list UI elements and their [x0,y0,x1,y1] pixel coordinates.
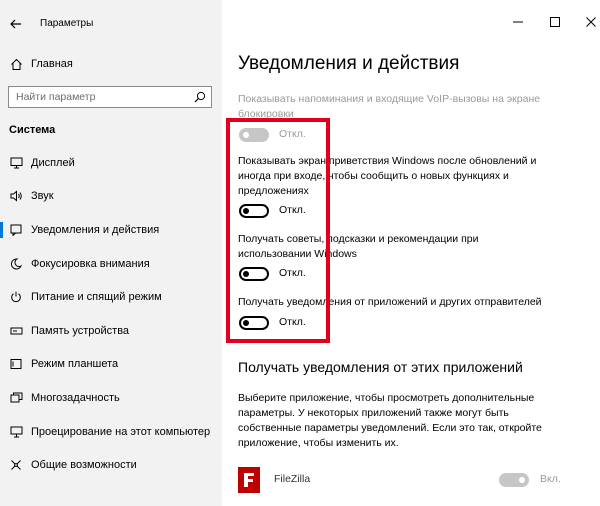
sidebar-item-projecting[interactable]: Проецирование на этот компьютер [0,415,222,449]
main-content: Уведомления и действия Показывать напоми… [222,0,600,506]
speaker-icon [9,189,23,203]
sidebar: Параметры Главная Найти параметр Система… [0,0,222,506]
toggle-knob [519,477,525,483]
sidebar-item-label: Общие возможности [31,459,137,472]
sidebar-item-label: Многозадачность [31,391,120,404]
search-input[interactable]: Найти параметр [8,86,212,108]
storage-icon [9,324,23,338]
sidebar-item-focus[interactable]: Фокусировка внимания [0,247,222,281]
power-icon [9,290,23,304]
app-name: FileZilla [274,473,311,485]
sidebar-item-multitasking[interactable]: Многозадачность [0,381,222,415]
sidebar-item-label: Режим планшета [31,358,119,371]
search-icon[interactable] [191,88,209,106]
page-title: Уведомления и действия [238,53,460,74]
moon-icon [9,257,23,271]
close-button[interactable] [583,14,599,30]
sidebar-item-label: Уведомления и действия [31,223,160,236]
minimize-icon [513,21,523,23]
filezilla-toggle-state: Вкл. [540,473,561,485]
notification-icon [9,223,23,237]
sidebar-item-label: Проецирование на этот компьютер [31,425,211,438]
multitask-icon [9,391,23,405]
sidebar-item-shared-experiences[interactable]: Общие возможности [0,448,222,482]
filezilla-icon [238,467,260,493]
maximize-button[interactable] [547,14,563,30]
sidebar-item-label: Дисплей [31,156,75,169]
home-icon [9,57,23,71]
sidebar-item-label: Питание и спящий режим [31,291,162,304]
sidebar-item-label: Память устройства [31,324,130,337]
apps-section-title: Получать уведомления от этих приложений [238,359,523,375]
apps-section-description: Выберите приложение, чтобы просмотреть д… [238,392,542,449]
sidebar-item-label: Главная [31,58,73,70]
sidebar-nav: Дисплей Звук Уведомления и действия Фоку… [0,146,222,482]
sidebar-item-tablet[interactable]: Режим планшета [0,348,222,382]
back-button[interactable] [6,14,26,34]
sidebar-item-notifications[interactable]: Уведомления и действия [0,213,222,247]
maximize-icon [550,17,560,27]
sidebar-item-label: Фокусировка внимания [31,257,150,270]
window-title: Параметры [40,18,94,29]
search-placeholder: Найти параметр [16,91,96,103]
back-arrow-icon [10,19,21,29]
shared-icon [9,458,23,472]
tablet-icon [9,357,23,371]
highlight-frame [226,118,330,343]
sidebar-item-storage[interactable]: Память устройства [0,314,222,348]
app-row-filezilla[interactable]: FileZilla Вкл. [238,467,578,493]
project-icon [9,425,23,439]
minimize-button[interactable] [510,14,526,30]
sidebar-item-label: Звук [31,190,54,203]
sidebar-item-power[interactable]: Питание и спящий режим [0,280,222,314]
sidebar-item-sound[interactable]: Звук [0,180,222,214]
close-icon [586,17,596,27]
sidebar-item-display[interactable]: Дисплей [0,146,222,180]
filezilla-toggle[interactable] [499,473,529,487]
monitor-icon [9,156,23,170]
group-title: Система [9,124,56,136]
sidebar-item-home[interactable]: Главная [0,52,222,76]
